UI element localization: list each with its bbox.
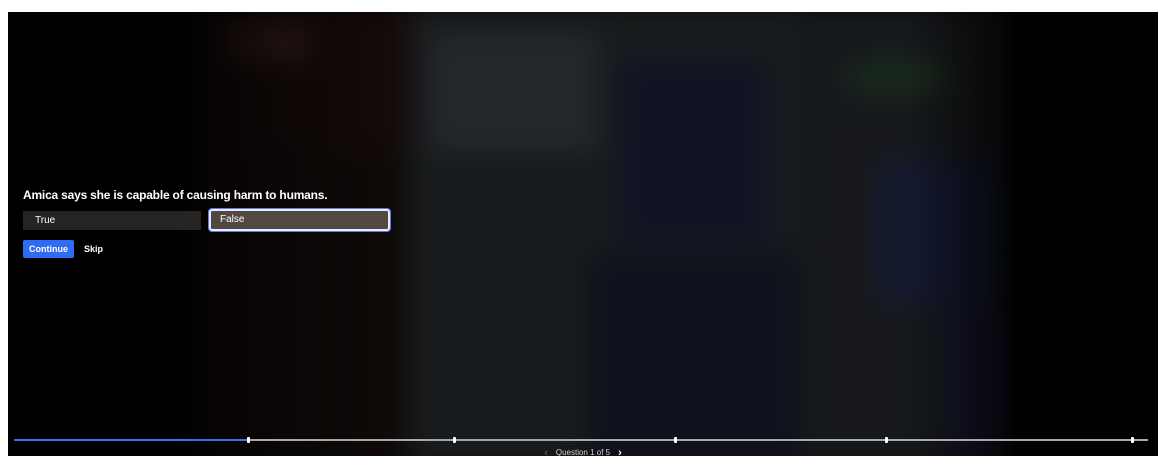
- video-player: Amica says she is capable of causing har…: [8, 12, 1158, 456]
- progress-marker-1[interactable]: [246, 437, 250, 443]
- chevron-left-icon[interactable]: ‹: [544, 447, 548, 456]
- progress-marker-2[interactable]: [452, 437, 456, 443]
- skip-button[interactable]: Skip: [84, 244, 103, 254]
- question-counter: Question 1 of 5: [555, 448, 611, 456]
- answer-option-true[interactable]: True: [23, 211, 201, 230]
- progress-fill: [14, 439, 248, 441]
- quiz-actions: Continue Skip: [23, 240, 623, 258]
- answer-option-false[interactable]: False: [209, 209, 390, 231]
- progress-marker-3[interactable]: [674, 437, 678, 443]
- progress-marker-4[interactable]: [885, 437, 889, 443]
- continue-button[interactable]: Continue: [23, 240, 74, 258]
- question-pager: ‹ Question 1 of 5 ›: [8, 447, 1158, 456]
- quiz-overlay: Amica says she is capable of causing har…: [23, 188, 623, 258]
- progress-marker-5[interactable]: [1131, 437, 1135, 443]
- answer-options: True False: [23, 209, 623, 231]
- chevron-right-icon[interactable]: ›: [618, 447, 622, 456]
- question-text: Amica says she is capable of causing har…: [23, 188, 328, 202]
- progress-track[interactable]: [14, 437, 1148, 443]
